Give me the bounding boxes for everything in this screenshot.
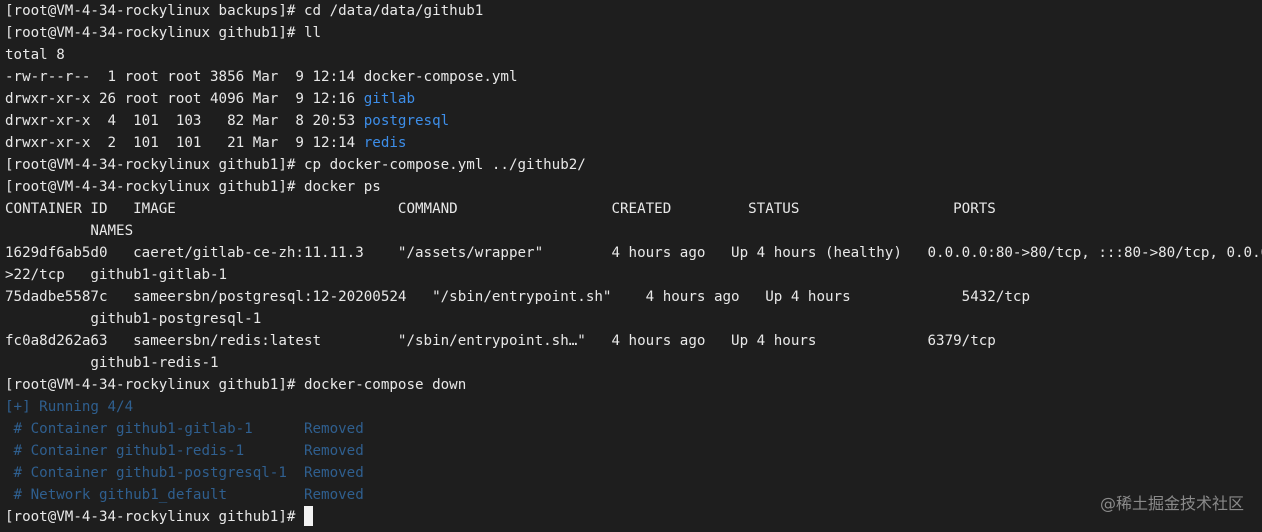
terminal-line: [root@VM-4-34-rockylinux github1]# docke… [5, 176, 381, 198]
terminal-text: 1629df6ab5d0 caeret/gitlab-ce-zh:11.11.3… [5, 245, 1262, 261]
terminal-line: CONTAINER ID IMAGE COMMAND CREATED STATU… [5, 198, 996, 220]
terminal-line: [root@VM-4-34-rockylinux backups]# cd /d… [5, 0, 483, 22]
terminal-text: [+] Running 4/4 [5, 399, 134, 415]
terminal-text: [root@VM-4-34-rockylinux backups]# cd /d… [5, 3, 484, 19]
terminal-text: drwxr-xr-x 2 101 101 21 Mar 9 12:14 [5, 135, 364, 151]
terminal-text: Removed [303, 465, 364, 481]
terminal-line: [root@VM-4-34-rockylinux github1]# cp do… [5, 154, 586, 176]
terminal-text: Removed [303, 421, 364, 437]
terminal-text: Removed [303, 443, 364, 459]
terminal-line: drwxr-xr-x 2 101 101 21 Mar 9 12:14 redi… [5, 132, 406, 154]
terminal-line: # Network github1_default Removed [5, 484, 364, 506]
terminal-text: fc0a8d262a63 sameersbn/redis:latest "/sb… [5, 333, 996, 349]
terminal-line: github1-postgresql-1 [5, 308, 261, 330]
terminal-line: -rw-r--r-- 1 root root 3856 Mar 9 12:14 … [5, 66, 518, 88]
terminal-line: [root@VM-4-34-rockylinux github1]# ll [5, 22, 321, 44]
terminal-text: Removed [303, 487, 364, 503]
terminal-text: CONTAINER ID IMAGE COMMAND CREATED STATU… [5, 201, 996, 217]
directory-name: gitlab [363, 91, 415, 107]
terminal-window[interactable]: [root@VM-4-34-rockylinux backups]# cd /d… [0, 0, 1262, 532]
terminal-line: drwxr-xr-x 26 root root 4096 Mar 9 12:16… [5, 88, 415, 110]
terminal-line: total 8 [5, 44, 65, 66]
terminal-text: >22/tcp github1-gitlab-1 [5, 267, 228, 283]
terminal-text: # Container github1-postgresql-1 [5, 465, 304, 481]
terminal-text: NAMES [5, 223, 134, 239]
terminal-line: NAMES [5, 220, 133, 242]
directory-name: postgresql [363, 113, 450, 129]
terminal-line: [root@VM-4-34-rockylinux github1]# docke… [5, 374, 466, 396]
terminal-line: # Container github1-redis-1 Removed [5, 440, 364, 462]
terminal-text: [root@VM-4-34-rockylinux github1]# docke… [5, 179, 381, 195]
terminal-line: # Container github1-postgresql-1 Removed [5, 462, 364, 484]
terminal-text: drwxr-xr-x 26 root root 4096 Mar 9 12:16 [5, 91, 364, 107]
terminal-text: -rw-r--r-- 1 root root 3856 Mar 9 12:14 … [5, 69, 518, 85]
terminal-text: [root@VM-4-34-rockylinux github1]# cp do… [5, 157, 586, 173]
terminal-line: [root@VM-4-34-rockylinux github1]# [5, 506, 313, 528]
terminal-text: 75dadbe5587c sameersbn/postgresql:12-202… [5, 289, 1030, 305]
terminal-cursor [303, 506, 313, 526]
terminal-line: fc0a8d262a63 sameersbn/redis:latest "/sb… [5, 330, 996, 352]
terminal-line: # Container github1-gitlab-1 Removed [5, 418, 364, 440]
terminal-line: github1-redis-1 [5, 352, 219, 374]
terminal-text: [root@VM-4-34-rockylinux github1]# [5, 509, 304, 525]
terminal-line: 75dadbe5587c sameersbn/postgresql:12-202… [5, 286, 1030, 308]
terminal-text: # Network github1_default [5, 487, 304, 503]
terminal-line: [+] Running 4/4 [5, 396, 133, 418]
terminal-text: github1-redis-1 [5, 355, 219, 371]
terminal-text: github1-postgresql-1 [5, 311, 262, 327]
watermark: @稀土掘金技术社区 [1099, 494, 1244, 513]
terminal-text: [root@VM-4-34-rockylinux github1]# ll [5, 25, 322, 41]
terminal-line: >22/tcp github1-gitlab-1 [5, 264, 227, 286]
terminal-text: # Container github1-gitlab-1 [5, 421, 304, 437]
directory-name: redis [363, 135, 407, 151]
terminal-text: [root@VM-4-34-rockylinux github1]# docke… [5, 377, 467, 393]
terminal-line: 1629df6ab5d0 caeret/gitlab-ce-zh:11.11.3… [5, 242, 1262, 264]
terminal-text: total 8 [5, 47, 65, 63]
terminal-text: drwxr-xr-x 4 101 103 82 Mar 8 20:53 [5, 113, 364, 129]
terminal-text: # Container github1-redis-1 [5, 443, 304, 459]
terminal-line: drwxr-xr-x 4 101 103 82 Mar 8 20:53 post… [5, 110, 449, 132]
